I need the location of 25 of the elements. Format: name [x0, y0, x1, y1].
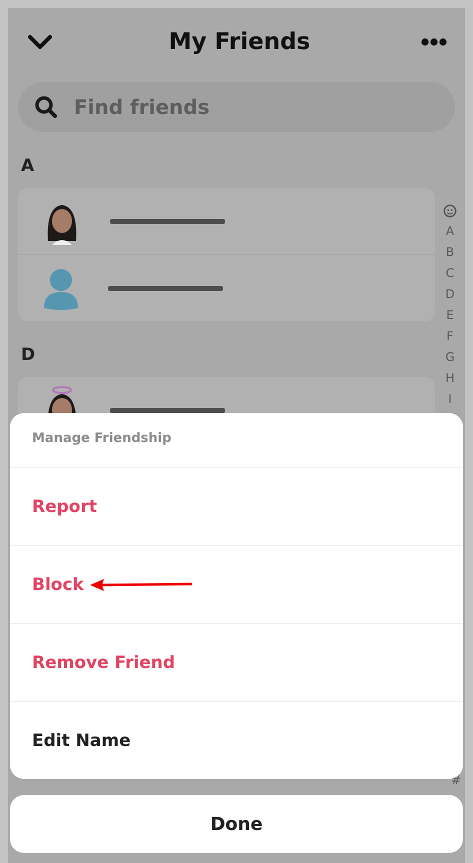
menu-item[interactable]: Block: [32, 574, 84, 594]
section-letter: D: [21, 345, 36, 365]
search-input[interactable]: Find friends: [72, 94, 439, 120]
smiley-icon[interactable]: [443, 204, 457, 218]
index-letter[interactable]: I: [448, 391, 452, 407]
chevron-down-icon[interactable]: [28, 34, 52, 50]
sheet-title: Manage Friendship: [31, 430, 172, 448]
screen-title: My Friends: [168, 29, 310, 55]
menu-item[interactable]: Remove Friend: [32, 652, 176, 672]
more-icon[interactable]: [420, 38, 447, 46]
index-letter[interactable]: D: [445, 286, 455, 302]
avatar-silhouette-icon: [44, 266, 78, 310]
search-icon: [34, 95, 58, 119]
index-letter[interactable]: F: [446, 328, 454, 344]
search-field[interactable]: Find friends: [18, 82, 455, 132]
index-letter[interactable]: G: [445, 349, 455, 365]
menu-item[interactable]: Edit Name: [32, 730, 131, 750]
index-letter[interactable]: H: [445, 370, 455, 386]
index-letter[interactable]: E: [446, 307, 454, 323]
index-letter[interactable]: A: [446, 223, 454, 239]
index-letter[interactable]: C: [446, 265, 454, 281]
menu-item[interactable]: Report: [32, 496, 97, 516]
done-button[interactable]: Done: [10, 795, 463, 853]
section-letter: A: [21, 156, 34, 176]
index-letter[interactable]: B: [446, 244, 454, 260]
